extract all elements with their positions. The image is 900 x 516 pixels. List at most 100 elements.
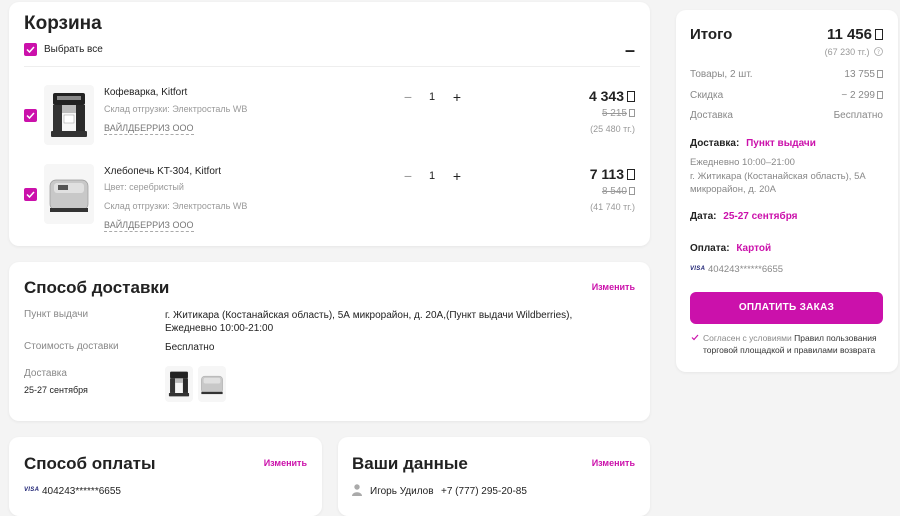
quantity-value[interactable]: 1 (426, 91, 438, 103)
item-old-price: 5 215 (602, 108, 635, 119)
summary-delivery-method-link[interactable]: Пункт выдачи (746, 138, 816, 149)
payment-card: Способ оплаты Изменить VISA 404243******… (9, 437, 322, 516)
my-data-card: Ваши данные Изменить Игорь Удилов +7 (77… (338, 437, 650, 516)
summary-goods-value: 13 755 (844, 69, 883, 80)
delivery-edit-link[interactable]: Изменить (592, 282, 635, 292)
checkbox-checked-icon (26, 191, 35, 198)
delivery-cost-value: Бесплатно (165, 342, 215, 353)
item-checkbox[interactable] (24, 188, 37, 201)
delivery-cost-label: Стоимость доставки (24, 341, 119, 352)
summary-goods-row: Товары, 2 шт. 13 755 (690, 69, 883, 80)
terms-link-return[interactable]: торговой площадкой и правилами возврата (703, 345, 875, 355)
terms-link-rules[interactable]: Правил пользования (794, 333, 876, 343)
summary-schedule: Ежедневно 10:00–21:00 (690, 157, 795, 168)
currency-icon (877, 91, 883, 99)
item-old-price-value: 8 540 (601, 186, 627, 197)
payment-edit-link[interactable]: Изменить (264, 458, 307, 468)
summary-delivery-label: Доставка (690, 110, 733, 121)
item-old-price-value: 5 215 (601, 108, 627, 119)
summary-delivery-value: Бесплатно (833, 110, 883, 121)
summary-discount-value: − 2 299 (841, 90, 883, 101)
seller-link[interactable]: ВАЙЛДБЕРРИЗ ООО (104, 220, 194, 232)
cart-divider (24, 66, 640, 67)
currency-icon (629, 187, 635, 195)
delivery-date-label: Доставка (24, 368, 67, 379)
summary-title: Итого (690, 26, 733, 43)
check-icon[interactable] (691, 334, 699, 341)
summary-discount-amount: − 2 299 (841, 90, 875, 101)
card-number: 404243******6655 (42, 486, 121, 497)
item-checkbox[interactable] (24, 109, 37, 122)
pickup-address: г. Житикара (Костанайская область), 5А м… (165, 310, 573, 321)
summary-goods-label: Товары, 2 шт. (690, 69, 753, 80)
bread-maker-image (49, 179, 89, 212)
summary-total-tenge: (67 230 тг.) ? (825, 47, 883, 57)
quantity-increase-button[interactable]: + (449, 169, 465, 183)
cart-title: Корзина (24, 13, 102, 34)
currency-icon (877, 70, 883, 78)
currency-icon (629, 109, 635, 117)
item-price: 7 113 (590, 166, 635, 182)
product-name[interactable]: Кофеварка, Kitfort (104, 87, 187, 98)
checkbox-checked-icon (26, 112, 35, 119)
summary-card-number: 404243******6655 (708, 264, 784, 275)
seller-link[interactable]: ВАЙЛДБЕРРИЗ ООО (104, 123, 194, 135)
item-price-tenge: (25 480 тг.) (590, 124, 635, 134)
product-color: Цвет: серебристый (104, 182, 184, 192)
delivery-card: Способ доставки Изменить Пункт выдачи г.… (9, 262, 650, 421)
delivery-product-thumb (198, 366, 226, 402)
quantity-increase-button[interactable]: + (449, 90, 465, 104)
terms-text: Согласен с условиями (703, 333, 792, 343)
pay-order-button[interactable]: ОПЛАТИТЬ ЗАКАЗ (690, 292, 883, 324)
terms-agreement: Согласен с условиями Правил пользования … (703, 332, 888, 356)
select-all-label[interactable]: Выбрать все (44, 44, 103, 55)
warehouse-info: Склад отгрузки: Электросталь WB (104, 104, 248, 114)
payment-title: Способ оплаты (24, 454, 156, 473)
user-icon (352, 484, 362, 496)
collapse-cart-button[interactable]: – (625, 41, 635, 59)
order-summary-card: Итого 11 456 (67 230 тг.) ? Товары, 2 шт… (676, 10, 898, 372)
select-all-checkbox[interactable] (24, 43, 37, 56)
summary-delivery-method-label: Доставка: (690, 138, 740, 149)
summary-delivery-method: Доставка: Пункт выдачи (690, 138, 816, 149)
summary-payment: Оплата: Картой (690, 243, 771, 254)
pickup-label: Пункт выдачи (24, 309, 89, 320)
item-price-value: 7 113 (589, 166, 624, 182)
visa-icon: VISA (24, 487, 40, 493)
quantity-value[interactable]: 1 (426, 170, 438, 182)
summary-date-link[interactable]: 25-27 сентября (723, 211, 797, 222)
summary-payment-link[interactable]: Картой (736, 243, 771, 254)
summary-address: г. Житикара (Костанайская область), 5А м… (690, 171, 866, 195)
quantity-decrease-button[interactable]: − (400, 90, 416, 104)
summary-total-value: 11 456 (826, 26, 872, 43)
my-data-title: Ваши данные (352, 454, 468, 473)
summary-date-label: Дата: (690, 211, 717, 222)
summary-total-tenge-value: (67 230 тг.) (824, 47, 870, 57)
currency-icon (627, 169, 635, 180)
item-old-price: 8 540 (602, 186, 635, 197)
warehouse-info: Склад отгрузки: Электросталь WB (104, 201, 248, 211)
summary-delivery-row: Доставка Бесплатно (690, 110, 883, 121)
user-phone: +7 (777) 295-20-85 (441, 486, 527, 497)
summary-date: Дата: 25-27 сентября (690, 211, 798, 222)
coffee-maker-image (51, 93, 87, 137)
product-image-coffee-maker[interactable] (44, 85, 94, 145)
quantity-decrease-button[interactable]: − (400, 169, 416, 183)
currency-icon (875, 29, 883, 40)
checkbox-checked-icon (26, 46, 35, 53)
info-icon[interactable]: ? (874, 47, 883, 56)
coffee-maker-image (168, 371, 190, 397)
item-price-value: 4 343 (588, 88, 624, 104)
summary-discount-label: Скидка (690, 90, 724, 101)
currency-icon (627, 91, 635, 102)
pickup-schedule: Ежедневно 10:00-21:00 (165, 323, 274, 334)
my-data-edit-link[interactable]: Изменить (592, 458, 635, 468)
user-name: Игорь Удилов (370, 486, 434, 497)
item-price: 4 343 (589, 88, 635, 104)
product-name[interactable]: Хлебопечь KT-304, Kitfort (104, 166, 221, 177)
product-image-bread-maker[interactable] (44, 164, 94, 224)
delivery-date-value: 25-27 сентября (24, 385, 88, 395)
item-price-tenge: (41 740 тг.) (590, 202, 635, 212)
summary-total: 11 456 (827, 26, 883, 43)
bread-maker-image (201, 375, 223, 395)
